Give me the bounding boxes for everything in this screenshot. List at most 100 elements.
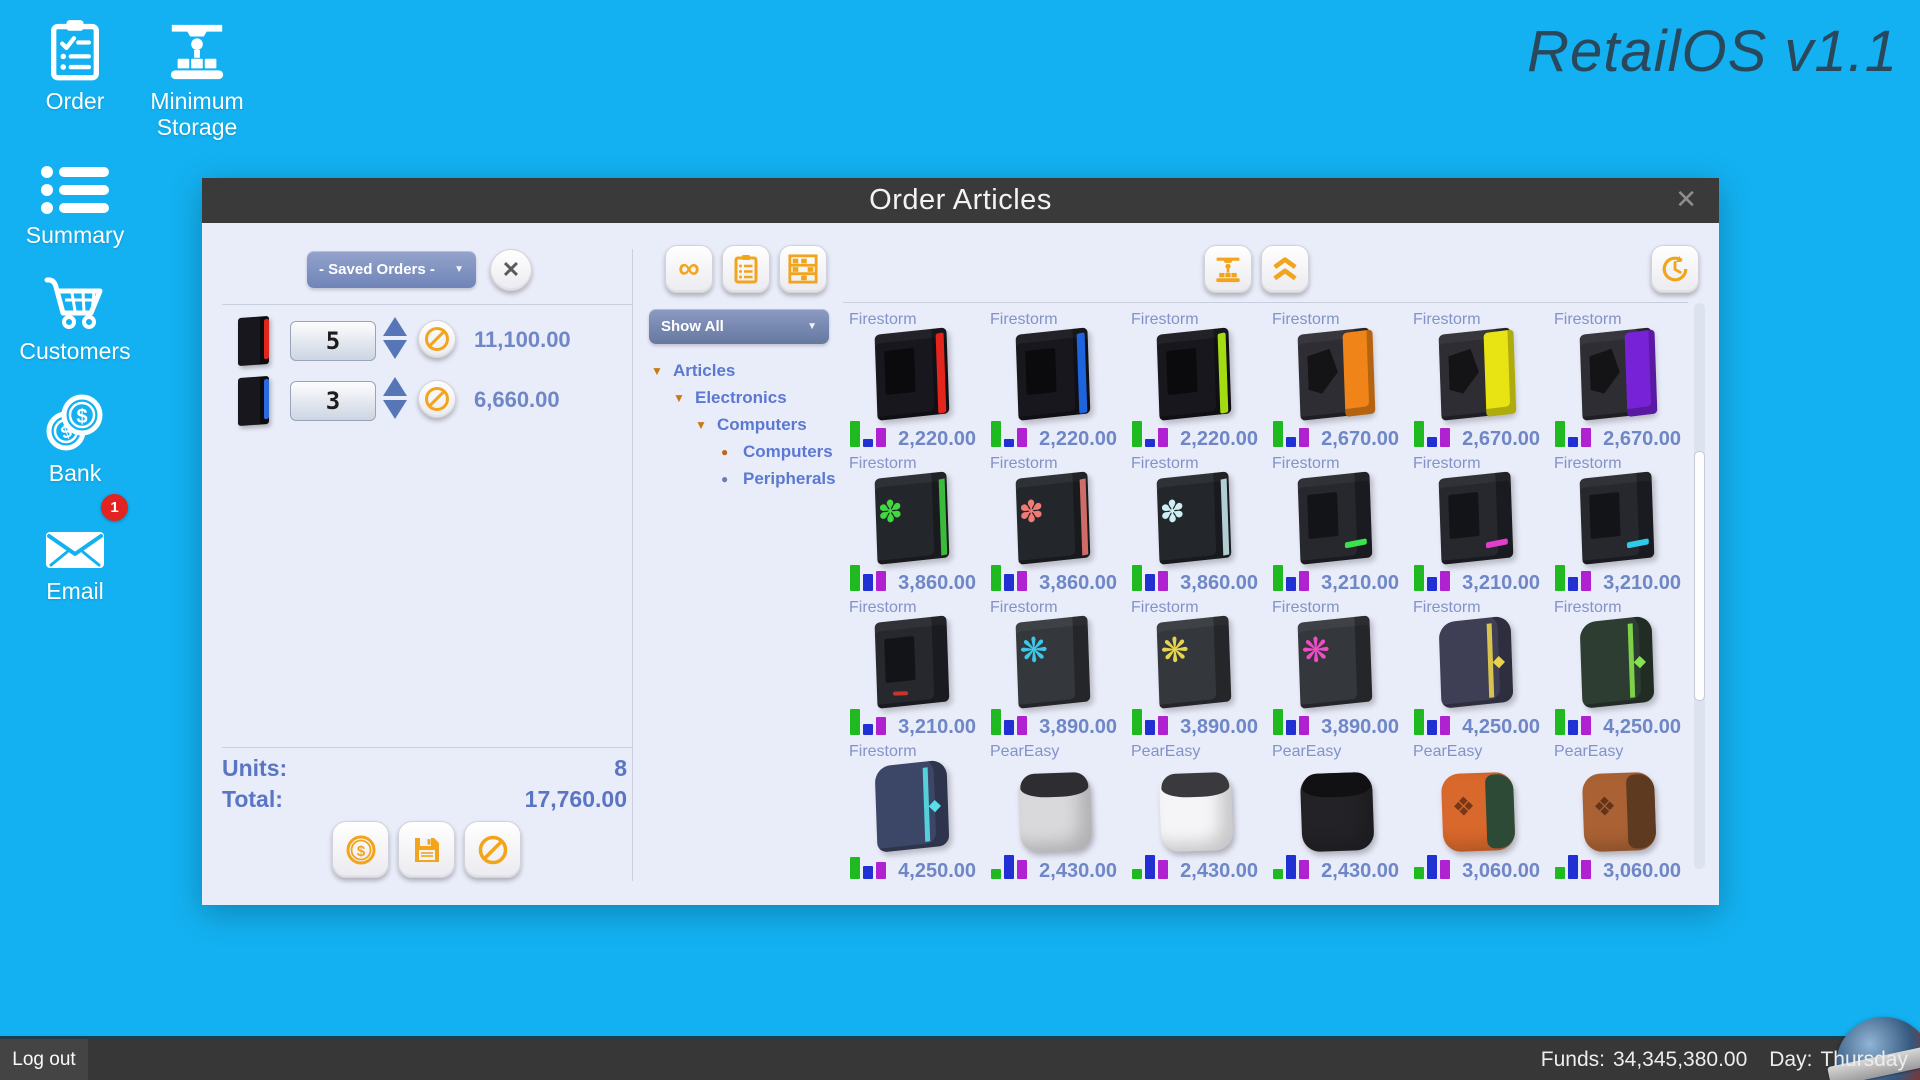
order-rows-list: 11,100.00 6,660.00	[222, 311, 632, 431]
product-card[interactable]: Firestorm 2,220.00	[1125, 311, 1266, 455]
product-image	[1573, 325, 1664, 424]
product-card[interactable]: Firestorm ❋ 3,890.00	[1266, 599, 1407, 743]
product-card[interactable]: PearEasy 2,430.00	[1125, 743, 1266, 887]
category-tree-item[interactable]: ▼ Electronics	[651, 384, 836, 411]
order-item-thumbnail	[236, 315, 276, 367]
order-list-button[interactable]	[722, 245, 770, 293]
product-card[interactable]: Firestorm ✽ 3,860.00	[1125, 455, 1266, 599]
product-image	[1432, 469, 1523, 568]
product-card[interactable]: Firestorm 2,670.00	[1407, 311, 1548, 455]
remove-item-button[interactable]	[418, 320, 456, 358]
summary-list-icon	[39, 164, 111, 216]
cancel-order-button[interactable]	[464, 821, 521, 878]
remove-item-button[interactable]	[418, 380, 456, 418]
product-card[interactable]: Firestorm ✽ 3,860.00	[843, 455, 984, 599]
scrollbar-thumb[interactable]	[1694, 451, 1705, 701]
sidebar-item-minimum-storage[interactable]: Minimum Storage	[122, 16, 272, 140]
window-title: Order Articles	[869, 184, 1052, 216]
sidebar-item-summary[interactable]: Summary	[0, 150, 150, 248]
product-image: ❋	[1150, 613, 1241, 712]
divider	[222, 747, 632, 748]
close-icon[interactable]: ✕	[1675, 186, 1697, 212]
stock-bars-icon	[1414, 419, 1452, 447]
product-card[interactable]: Firestorm 2,220.00	[843, 311, 984, 455]
product-price: 4,250.00	[1603, 716, 1681, 738]
product-card[interactable]: Firestorm 2,670.00	[1266, 311, 1407, 455]
product-card[interactable]: PearEasy 2,430.00	[1266, 743, 1407, 887]
clipboard-list-icon	[733, 254, 759, 284]
product-price: 3,210.00	[898, 716, 976, 738]
product-price: 2,670.00	[1321, 428, 1399, 450]
product-card[interactable]: Firestorm 3,210.00	[1548, 455, 1689, 599]
stock-bars-icon	[1414, 563, 1452, 591]
category-tree-item[interactable]: ▼ Computers	[651, 411, 836, 438]
product-image: ✽	[1150, 469, 1241, 568]
minimum-storage-icon	[1214, 255, 1242, 283]
category-tree-item[interactable]: ● Computers	[651, 438, 836, 465]
saved-orders-dropdown[interactable]: - Saved Orders - ▼	[307, 251, 476, 288]
quantity-input[interactable]	[290, 381, 376, 421]
product-card[interactable]: Firestorm ◆ 4,250.00	[1548, 599, 1689, 743]
logout-button[interactable]: Log out	[0, 1039, 88, 1080]
product-card[interactable]: PearEasy 2,430.00	[984, 743, 1125, 887]
stock-bars-icon	[850, 419, 888, 447]
product-card[interactable]: Firestorm 2,670.00	[1548, 311, 1689, 455]
grid-toolbar	[1204, 245, 1309, 293]
stock-bars-icon	[1555, 851, 1593, 879]
ban-icon	[425, 327, 449, 351]
product-card[interactable]: Firestorm 3,210.00	[1266, 455, 1407, 599]
order-clipboard-icon	[48, 18, 102, 82]
product-price: 3,860.00	[1180, 572, 1258, 594]
category-tree-item[interactable]: ● Peripherals	[651, 465, 836, 492]
stock-bars-icon	[1132, 419, 1170, 447]
sidebar-item-customers[interactable]: Customers	[0, 266, 150, 364]
pay-order-button[interactable]: $	[332, 821, 389, 878]
save-order-button[interactable]	[398, 821, 455, 878]
product-image	[1291, 325, 1382, 424]
quantity-stepper[interactable]	[382, 377, 408, 423]
product-card[interactable]: Firestorm 2,220.00	[984, 311, 1125, 455]
product-price: 3,890.00	[1039, 716, 1117, 738]
show-all-stock-button[interactable]: ∞	[665, 245, 713, 293]
product-card[interactable]: Firestorm 3,210.00	[1407, 455, 1548, 599]
stock-bars-icon	[1555, 563, 1593, 591]
fill-up-button[interactable]	[1261, 245, 1309, 293]
stepper-up-icon	[383, 317, 407, 336]
day-label: Day:	[1769, 1047, 1813, 1071]
product-price: 3,210.00	[1321, 572, 1399, 594]
filter-dropdown[interactable]: Show All ▼	[649, 309, 829, 344]
product-image: ◆	[1432, 613, 1523, 712]
shelf-view-button[interactable]	[779, 245, 827, 293]
sidebar-item-email[interactable]: 1 Email	[0, 494, 150, 604]
product-card[interactable]: Firestorm ❋ 3,890.00	[984, 599, 1125, 743]
email-unread-badge: 1	[101, 494, 128, 521]
product-card[interactable]: Firestorm ◆ 4,250.00	[1407, 599, 1548, 743]
clear-order-button[interactable]: ✕	[490, 249, 532, 291]
stock-bars-icon	[991, 707, 1029, 735]
day-value: Thursday	[1820, 1047, 1908, 1071]
order-actions: $	[332, 821, 521, 878]
divider	[222, 304, 632, 305]
order-history-button[interactable]	[1651, 245, 1699, 293]
minimum-storage-order-button[interactable]	[1204, 245, 1252, 293]
order-item-thumbnail	[236, 375, 276, 427]
product-price: 3,890.00	[1321, 716, 1399, 738]
quantity-input[interactable]	[290, 321, 376, 361]
product-card[interactable]: Firestorm ✽ 3,860.00	[984, 455, 1125, 599]
funds-value: 34,345,380.00	[1612, 1047, 1748, 1071]
product-card[interactable]: PearEasy ❖ 3,060.00	[1548, 743, 1689, 887]
product-card[interactable]: Firestorm 3,210.00	[843, 599, 984, 743]
quantity-stepper[interactable]	[382, 317, 408, 363]
svg-text:$: $	[76, 406, 87, 428]
order-row-price: 11,100.00	[474, 327, 571, 352]
product-card[interactable]: PearEasy ❖ 3,060.00	[1407, 743, 1548, 887]
product-card[interactable]: Firestorm ◆ 4,250.00	[843, 743, 984, 887]
envelope-icon	[43, 526, 107, 572]
category-tree-item[interactable]: ▼ Articles	[651, 357, 836, 384]
ban-icon	[477, 834, 509, 866]
product-image	[1291, 469, 1382, 568]
product-card[interactable]: Firestorm ❋ 3,890.00	[1125, 599, 1266, 743]
stock-bars-icon	[1132, 707, 1170, 735]
product-price: 3,210.00	[1603, 572, 1681, 594]
sidebar-item-bank[interactable]: $ $ Bank	[0, 388, 150, 486]
